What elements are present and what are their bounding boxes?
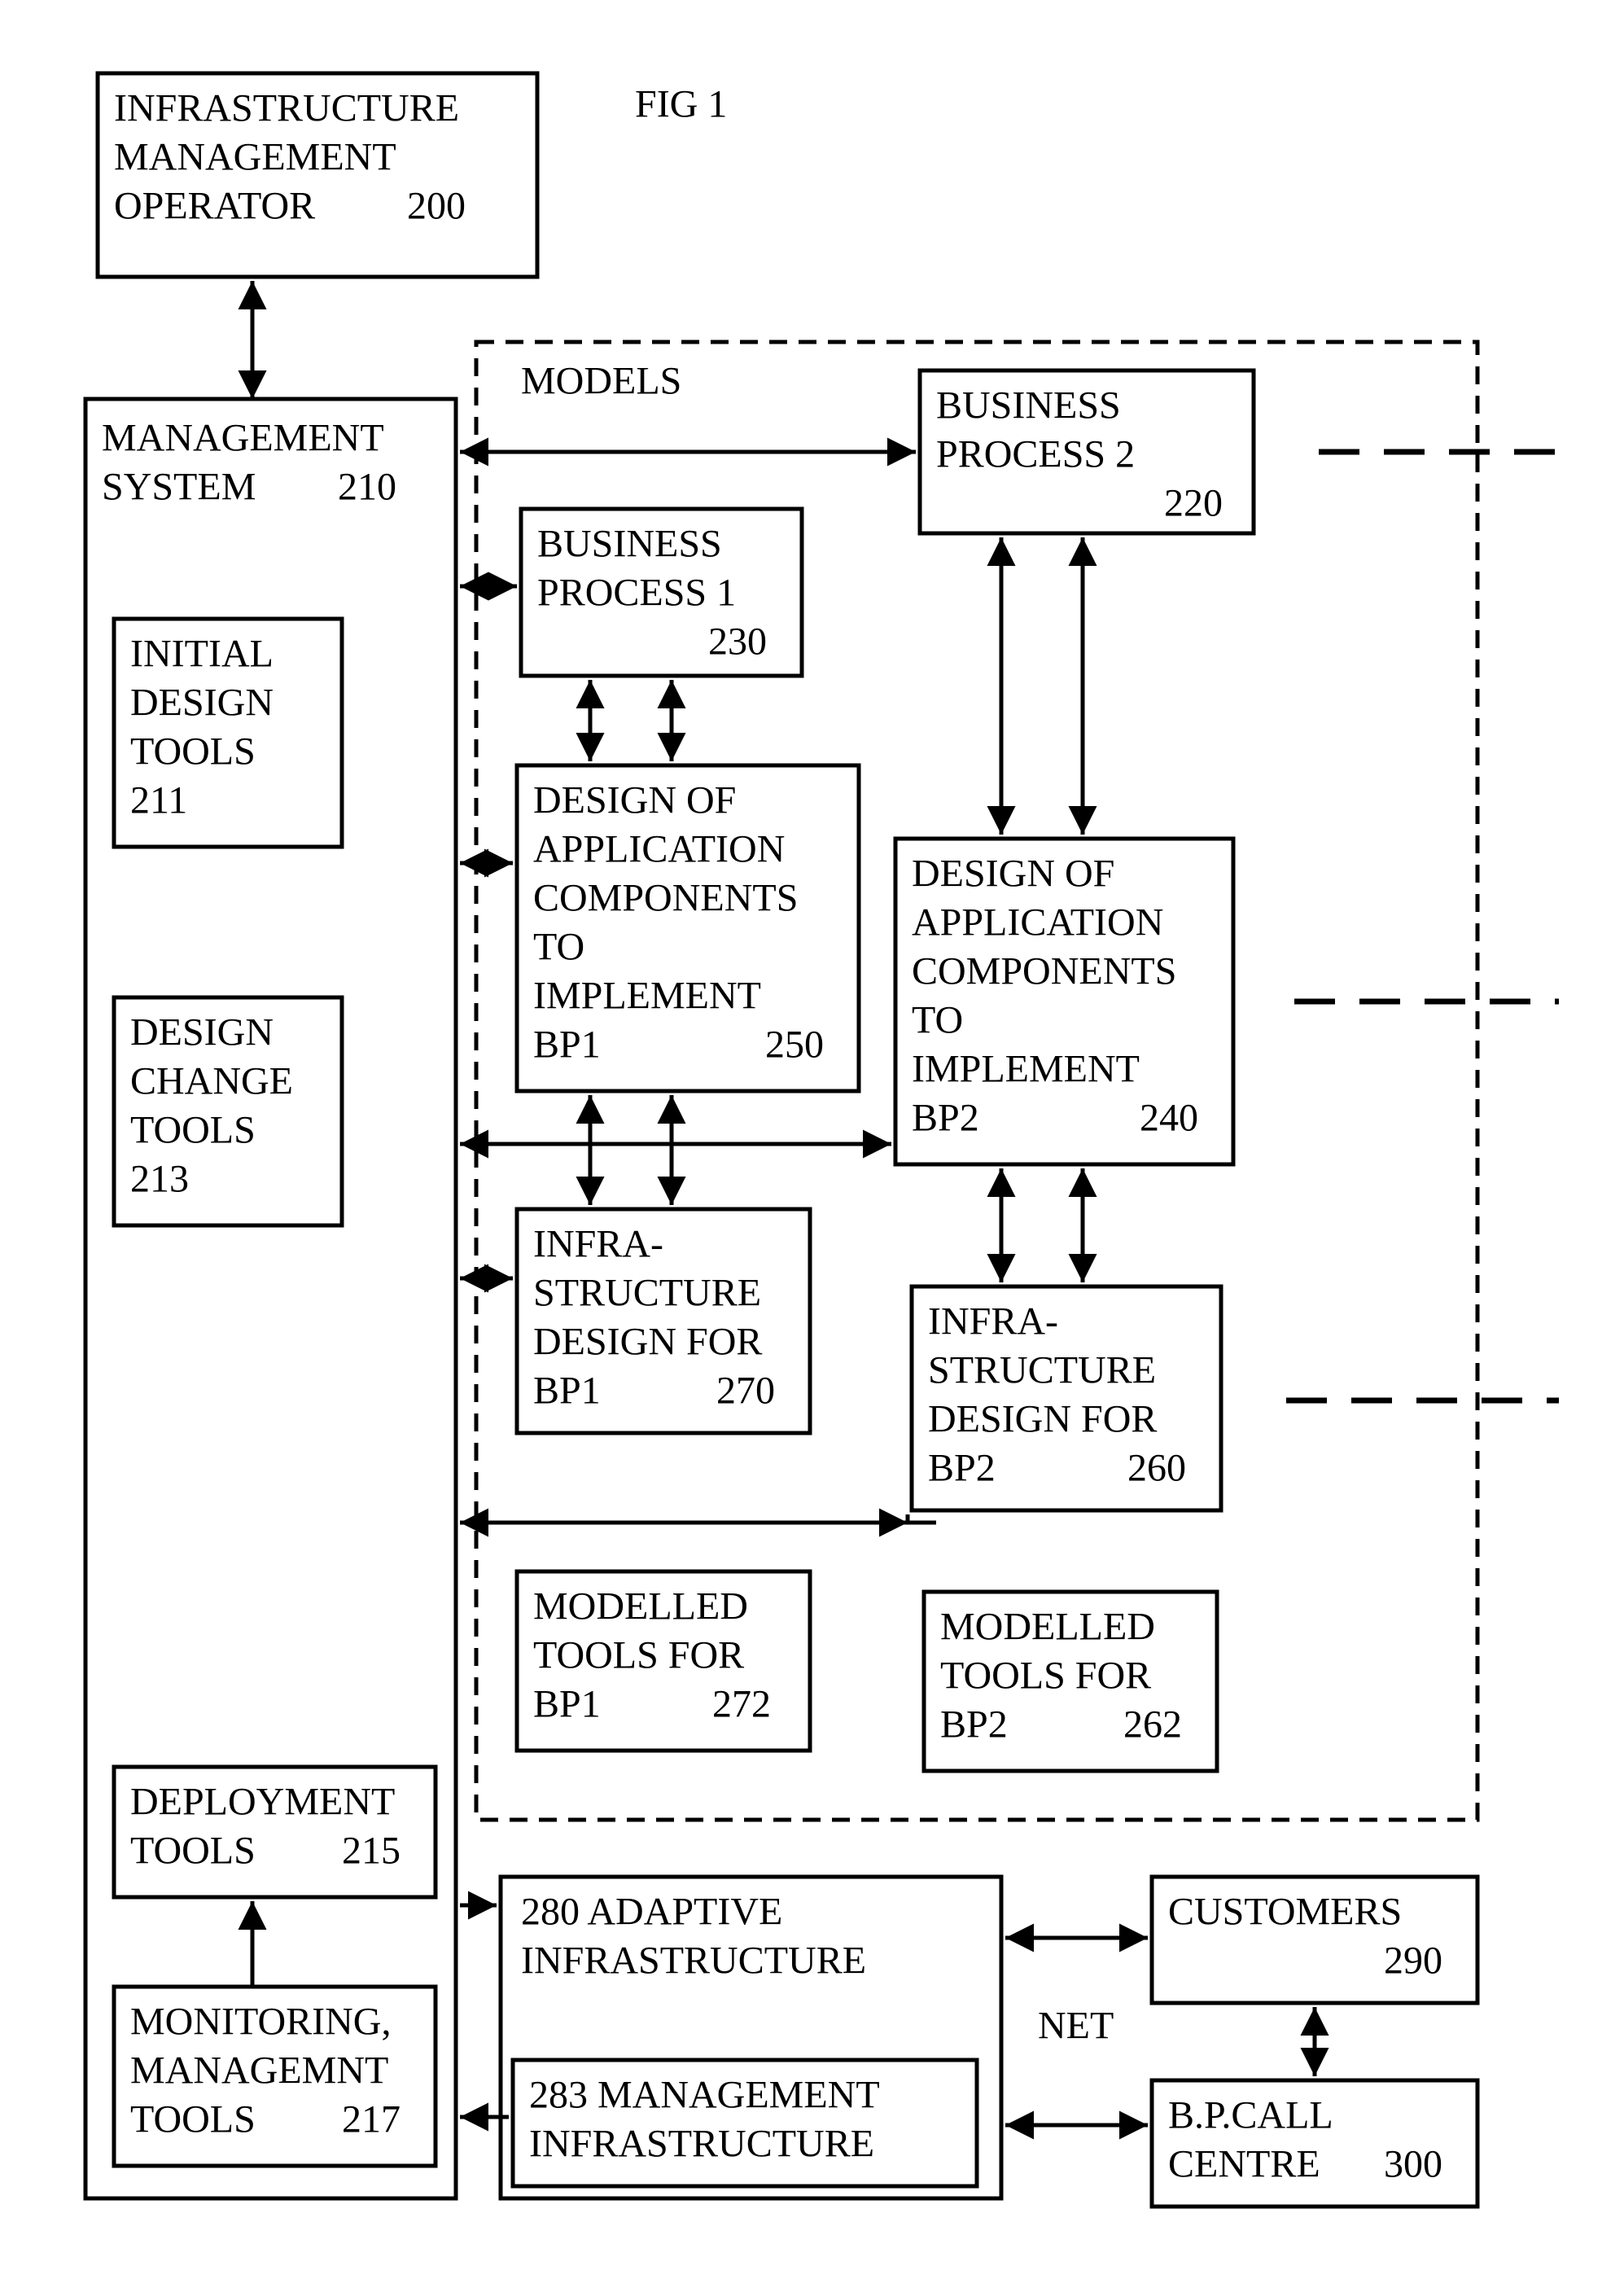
net-label: NET bbox=[1038, 2005, 1114, 2048]
svg-text:217: 217 bbox=[342, 2098, 401, 2141]
svg-text:CUSTOMERS: CUSTOMERS bbox=[1168, 1891, 1402, 1934]
svg-text:STRUCTURE: STRUCTURE bbox=[928, 1349, 1156, 1392]
svg-text:MANAGEMENT: MANAGEMENT bbox=[102, 417, 384, 460]
svg-text:APPLICATION: APPLICATION bbox=[912, 901, 1163, 944]
box-213: DESIGN CHANGE TOOLS 213 bbox=[114, 997, 342, 1225]
svg-text:BP2: BP2 bbox=[912, 1097, 979, 1140]
svg-text:CHANGE: CHANGE bbox=[130, 1060, 293, 1103]
svg-text:COMPONENTS: COMPONENTS bbox=[533, 877, 798, 920]
svg-text:B.P.CALL: B.P.CALL bbox=[1168, 2094, 1333, 2137]
svg-text:MANAGEMENT: MANAGEMENT bbox=[114, 136, 396, 179]
svg-text:DESIGN: DESIGN bbox=[130, 1011, 274, 1054]
box-217: MONITORING, MANAGEMNT TOOLS 217 bbox=[114, 1987, 436, 2166]
svg-text:BUSINESS: BUSINESS bbox=[936, 384, 1121, 427]
svg-text:BP2: BP2 bbox=[928, 1447, 996, 1490]
box-215: DEPLOYMENT TOOLS 215 bbox=[114, 1767, 436, 1897]
svg-text:IMPLEMENT: IMPLEMENT bbox=[533, 975, 761, 1018]
svg-text:210: 210 bbox=[338, 466, 396, 509]
box-211: INITIAL DESIGN TOOLS 211 bbox=[114, 619, 342, 847]
svg-text:300: 300 bbox=[1384, 2143, 1442, 2186]
svg-text:230: 230 bbox=[708, 620, 767, 664]
svg-text:200: 200 bbox=[407, 185, 466, 228]
box-300: B.P.CALL CENTRE 300 bbox=[1152, 2080, 1477, 2207]
svg-text:TOOLS: TOOLS bbox=[130, 1109, 256, 1152]
svg-text:BP1: BP1 bbox=[533, 1023, 601, 1067]
svg-text:DESIGN OF: DESIGN OF bbox=[533, 779, 736, 822]
svg-text:213: 213 bbox=[130, 1158, 189, 1201]
svg-text:DESIGN: DESIGN bbox=[130, 682, 274, 725]
svg-text:INFRASTRUCTURE: INFRASTRUCTURE bbox=[521, 1939, 866, 1983]
svg-text:PROCESS 2: PROCESS 2 bbox=[936, 433, 1135, 476]
svg-text:215: 215 bbox=[342, 1830, 401, 1873]
svg-text:DEPLOYMENT: DEPLOYMENT bbox=[130, 1781, 395, 1824]
models-label: MODELS bbox=[521, 360, 681, 403]
svg-text:TOOLS FOR: TOOLS FOR bbox=[940, 1654, 1151, 1698]
svg-text:BP2: BP2 bbox=[940, 1703, 1008, 1747]
svg-text:APPLICATION: APPLICATION bbox=[533, 828, 785, 871]
svg-text:IMPLEMENT: IMPLEMENT bbox=[912, 1048, 1140, 1091]
svg-text:MONITORING,: MONITORING, bbox=[130, 2001, 391, 2044]
svg-text:TOOLS FOR: TOOLS FOR bbox=[533, 1634, 744, 1677]
svg-text:220: 220 bbox=[1164, 482, 1223, 525]
svg-text:OPERATOR: OPERATOR bbox=[114, 185, 315, 228]
box-260: INFRA- STRUCTURE DESIGN FOR BP2 260 bbox=[912, 1286, 1221, 1510]
svg-text:MANAGEMNT: MANAGEMNT bbox=[130, 2049, 388, 2093]
box-250: DESIGN OF APPLICATION COMPONENTS TO IMPL… bbox=[517, 765, 859, 1091]
box-283: 283 MANAGEMENT INFRASTRUCTURE bbox=[513, 2060, 977, 2186]
svg-text:283 MANAGEMENT: 283 MANAGEMENT bbox=[529, 2074, 880, 2117]
svg-text:CENTRE: CENTRE bbox=[1168, 2143, 1320, 2186]
svg-text:SYSTEM: SYSTEM bbox=[102, 466, 256, 509]
box-270: INFRA- STRUCTURE DESIGN FOR BP1 270 bbox=[517, 1209, 810, 1433]
svg-text:INITIAL: INITIAL bbox=[130, 633, 274, 676]
box-220: BUSINESS PROCESS 2 220 bbox=[920, 370, 1254, 533]
svg-text:272: 272 bbox=[712, 1683, 771, 1726]
figure-title: FIG 1 bbox=[635, 83, 727, 126]
box-290: CUSTOMERS 290 bbox=[1152, 1877, 1477, 2003]
box-240: DESIGN OF APPLICATION COMPONENTS TO IMPL… bbox=[895, 839, 1233, 1164]
svg-text:280 ADAPTIVE: 280 ADAPTIVE bbox=[521, 1891, 782, 1934]
svg-text:211: 211 bbox=[130, 779, 187, 822]
svg-text:TOOLS: TOOLS bbox=[130, 1830, 256, 1873]
svg-text:MODELLED: MODELLED bbox=[940, 1606, 1155, 1649]
svg-text:250: 250 bbox=[765, 1023, 824, 1067]
svg-text:INFRA-: INFRA- bbox=[533, 1223, 663, 1266]
svg-text:BUSINESS: BUSINESS bbox=[537, 523, 722, 566]
svg-text:TO: TO bbox=[912, 999, 963, 1042]
svg-text:BP1: BP1 bbox=[533, 1683, 601, 1726]
svg-text:STRUCTURE: STRUCTURE bbox=[533, 1272, 761, 1315]
svg-text:260: 260 bbox=[1127, 1447, 1186, 1490]
svg-text:INFRASTRUCTURE: INFRASTRUCTURE bbox=[114, 87, 459, 130]
svg-text:BP1: BP1 bbox=[533, 1370, 601, 1413]
svg-text:DESIGN FOR: DESIGN FOR bbox=[533, 1321, 762, 1364]
diagram-canvas: FIG 1 INFRASTRUCTURE MANAGEMENT OPERATOR… bbox=[0, 0, 1624, 2279]
svg-text:262: 262 bbox=[1123, 1703, 1182, 1747]
svg-text:DESIGN FOR: DESIGN FOR bbox=[928, 1398, 1157, 1441]
svg-text:TO: TO bbox=[533, 926, 584, 969]
svg-text:DESIGN OF: DESIGN OF bbox=[912, 852, 1114, 896]
svg-text:COMPONENTS: COMPONENTS bbox=[912, 950, 1176, 993]
svg-text:240: 240 bbox=[1140, 1097, 1198, 1140]
box-200: INFRASTRUCTURE MANAGEMENT OPERATOR 200 bbox=[98, 73, 537, 277]
svg-text:TOOLS: TOOLS bbox=[130, 2098, 256, 2141]
svg-text:INFRA-: INFRA- bbox=[928, 1300, 1058, 1343]
svg-text:INFRASTRUCTURE: INFRASTRUCTURE bbox=[529, 2123, 874, 2166]
svg-text:270: 270 bbox=[716, 1370, 775, 1413]
box-230: BUSINESS PROCESS 1 230 bbox=[521, 509, 802, 676]
svg-text:290: 290 bbox=[1384, 1939, 1442, 1983]
svg-text:PROCESS 1: PROCESS 1 bbox=[537, 572, 736, 615]
box-272: MODELLED TOOLS FOR BP1 272 bbox=[517, 1571, 810, 1751]
svg-text:TOOLS: TOOLS bbox=[130, 730, 256, 774]
svg-text:MODELLED: MODELLED bbox=[533, 1585, 748, 1628]
box-262: MODELLED TOOLS FOR BP2 262 bbox=[924, 1592, 1217, 1771]
